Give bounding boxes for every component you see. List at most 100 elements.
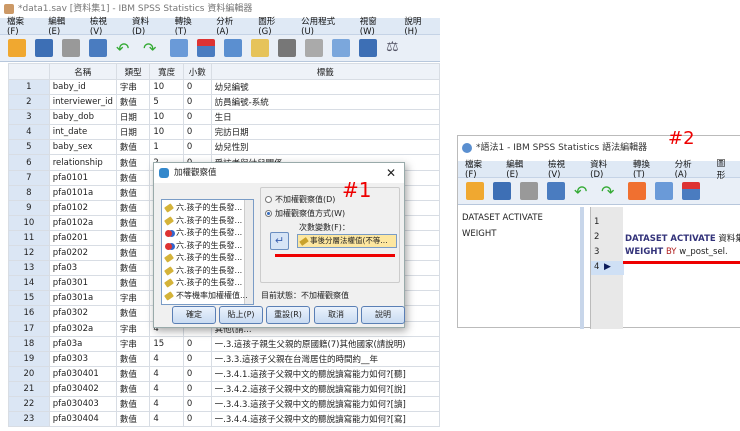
table-cell[interactable]: 數值	[115, 275, 151, 292]
table-cell[interactable]: 一.3.4.3.這孩子父親中文的聽說讀寫能力如何?[讀]	[210, 395, 441, 413]
table-cell[interactable]: pfa0302a	[48, 320, 117, 337]
menu-item[interactable]: 分析(A)	[668, 158, 710, 180]
table-row[interactable]: 21 pfa030402 數值 4 0 一.3.4.2.這孩子父親中文的聽說讀寫能力如何?…	[8, 380, 441, 397]
table-cell[interactable]: 數值	[115, 245, 151, 262]
goto-case-icon[interactable]	[170, 39, 188, 57]
table-cell[interactable]: 0	[182, 139, 212, 156]
table-cell[interactable]: pfa0301a	[48, 290, 117, 307]
table-cell[interactable]: 一.3.3.這孩子父親在台灣居住的時間約__年	[210, 350, 441, 367]
table-row[interactable]: 22 pfa030403 數值 4 0 一.3.4.3.這孩子父親中文的聽說讀寫能力如何?…	[8, 395, 441, 413]
reset-button[interactable]: 重設(R)	[266, 306, 310, 324]
table-cell[interactable]: 0	[182, 124, 212, 141]
table-cell[interactable]: 0	[182, 94, 212, 111]
table-cell[interactable]: baby_sex	[48, 139, 117, 156]
bookmark-icon[interactable]	[628, 182, 646, 200]
table-cell[interactable]: 字串	[115, 320, 151, 337]
table-cell[interactable]: pfa03a	[48, 335, 117, 352]
table-row[interactable]: 2 interviewer_id 數值 5 0 訪員編號-系統	[8, 94, 441, 111]
save-icon[interactable]	[493, 182, 511, 200]
nav-item[interactable]: WEIGHT	[462, 229, 496, 239]
table-cell[interactable]: 0	[182, 380, 212, 397]
table-cell[interactable]: 4	[149, 411, 184, 428]
insert-cases-icon[interactable]	[197, 39, 215, 57]
column-header[interactable]: 標籤	[210, 63, 441, 80]
table-cell[interactable]: pfa0301	[48, 275, 117, 292]
print-icon[interactable]	[520, 182, 538, 200]
menu-item[interactable]: 檔案(F)	[458, 158, 499, 180]
split-file-icon[interactable]	[251, 39, 269, 57]
table-cell[interactable]: relationship	[48, 154, 117, 171]
table-cell[interactable]: 0	[182, 411, 212, 428]
redo-icon[interactable]: ↷	[143, 39, 161, 58]
weight-cases-icon[interactable]: ⚖	[386, 39, 404, 57]
table-row[interactable]: 3 baby_dob 日期 10 0 生日	[8, 109, 441, 126]
menu-item[interactable]: 轉換(T)	[168, 15, 209, 37]
table-cell[interactable]: 0	[182, 395, 212, 413]
table-cell[interactable]: pfa030403	[48, 395, 117, 413]
table-cell[interactable]: pfa0102	[48, 199, 117, 216]
menu-item[interactable]: 分析(A)	[209, 15, 251, 37]
table-cell[interactable]: 4	[149, 395, 184, 413]
table-cell[interactable]: pfa0201	[48, 229, 117, 247]
table-cell[interactable]: 0	[182, 365, 212, 382]
menu-item[interactable]: 轉換(T)	[626, 158, 668, 180]
table-cell[interactable]: 數值	[115, 184, 151, 201]
column-header[interactable]: 寬度	[149, 63, 184, 80]
table-cell[interactable]: 15	[149, 335, 184, 352]
table-cell[interactable]: 一.3.這孩子親生父親的原國籍(7)其他國家(請說明)	[210, 335, 441, 352]
column-header[interactable]: 名稱	[48, 63, 117, 80]
table-cell[interactable]: pfa030402	[48, 380, 117, 397]
paste-button[interactable]: 貼上(P)	[219, 306, 263, 324]
variable-list-item[interactable]: 六.孩子的生長發...	[162, 215, 253, 228]
table-row[interactable]: 1 baby_id 字串 10 0 幼兒編號	[8, 78, 441, 96]
save-icon[interactable]	[35, 39, 53, 57]
table-cell[interactable]: pfa0303	[48, 350, 117, 367]
table-cell[interactable]: 4	[149, 365, 184, 382]
table-cell[interactable]: 日期	[115, 124, 151, 141]
table-row[interactable]: 5 baby_sex 數值 1 0 幼兒性別	[8, 139, 441, 156]
table-cell[interactable]: 10	[149, 78, 184, 96]
table-cell[interactable]: 數值	[115, 411, 151, 428]
insert-variable-icon[interactable]	[224, 39, 242, 57]
variable-list-item[interactable]: 六.孩子的生長發...	[162, 277, 253, 290]
table-cell[interactable]: 數值	[115, 380, 151, 397]
help-button[interactable]: 說明	[361, 306, 405, 324]
table-cell[interactable]: 數值	[115, 139, 151, 156]
radio-no-weight[interactable]: 不加權觀察值(D)	[265, 194, 335, 205]
variable-list-item[interactable]: 六.孩子的生長發...	[162, 265, 253, 278]
variable-list-item[interactable]: 不等機率加權權值...	[162, 290, 253, 303]
table-cell[interactable]: 4	[149, 350, 184, 367]
table-cell[interactable]: pfa0101a	[48, 184, 117, 201]
table-cell[interactable]: baby_dob	[48, 109, 117, 126]
table-cell[interactable]: 數值	[115, 199, 151, 216]
freq-var-field[interactable]: 事後分層法權值(不等...	[297, 234, 397, 248]
table-cell[interactable]: 一.3.4.4.這孩子父親中文的聽說讀寫能力如何?[寫]	[210, 411, 441, 428]
syntax-navigator[interactable]: DATASET ACTIVATE WEIGHT	[458, 207, 584, 329]
nav-item[interactable]: DATASET ACTIVATE	[462, 213, 543, 223]
variable-list-item[interactable]: 六.孩子的生長發...	[162, 240, 253, 253]
table-cell[interactable]: 5	[149, 94, 184, 111]
menu-item[interactable]: 公用程式(U)	[294, 15, 353, 37]
table-cell[interactable]: 數值	[115, 350, 151, 367]
table-cell[interactable]: 數值	[115, 365, 151, 382]
menu-item[interactable]: 資料(D)	[583, 158, 626, 180]
menu-item[interactable]: 資料(D)	[125, 15, 168, 37]
table-cell[interactable]: 4	[149, 380, 184, 397]
value-labels-icon[interactable]	[359, 39, 377, 57]
variable-list-item[interactable]: 六.孩子的生長發...	[162, 202, 253, 215]
table-cell[interactable]: pfa03	[48, 260, 117, 277]
menu-item[interactable]: 檢視(V)	[83, 15, 125, 37]
column-header[interactable]: 類型	[115, 63, 151, 80]
table-row[interactable]: 23 pfa030404 數值 4 0 一.3.4.4.這孩子父親中文的聽說讀寫能力如何?…	[8, 411, 441, 428]
table-cell[interactable]: 數值	[115, 154, 151, 171]
table-cell[interactable]: 數值	[115, 260, 151, 277]
table-cell[interactable]: interviewer_id	[48, 94, 117, 111]
undo-icon[interactable]: ↶	[574, 182, 592, 201]
open-icon[interactable]	[8, 39, 26, 57]
syntax-text-area[interactable]: DATASET ACTIVATE 資料集 WEIGHT BY w_post_se…	[623, 207, 740, 329]
insert-cases-icon[interactable]	[682, 182, 700, 200]
table-cell[interactable]: 一.3.4.1.這孩子父親中文的聽說讀寫能力如何?[聽]	[210, 365, 441, 382]
menu-item[interactable]: 說明(H)	[397, 15, 440, 37]
table-row[interactable]: 4 int_date 日期 10 0 完訪日期	[8, 124, 441, 141]
table-cell[interactable]: 幼兒編號	[210, 78, 441, 96]
